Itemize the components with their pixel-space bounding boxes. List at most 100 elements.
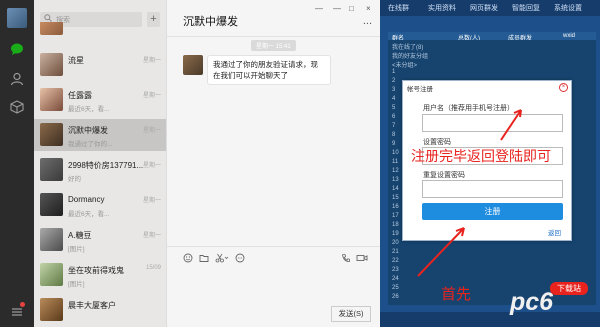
avatar <box>40 263 63 286</box>
minimize-button[interactable]: — <box>333 4 341 13</box>
contact-time: 星期一 <box>142 233 161 239</box>
folder-icon[interactable] <box>199 253 209 265</box>
back-link[interactable]: 返回 <box>548 227 561 237</box>
table-cell: 3 <box>392 87 396 93</box>
annotation-text: 注册完毕返回登陆即可 <box>411 150 551 165</box>
contact-time: 星期一 <box>142 198 161 204</box>
tab-web-broadcast[interactable]: 网页群发 <box>470 3 498 13</box>
close-button[interactable]: × <box>366 4 371 13</box>
table-cell: 9 <box>392 141 396 147</box>
my-avatar[interactable] <box>7 8 27 28</box>
contact-name: 晨丰大厦客户 <box>68 301 116 310</box>
avatar <box>40 228 63 251</box>
table-cell: 12 <box>392 168 399 174</box>
list-item[interactable] <box>34 22 166 44</box>
tab-materials[interactable]: 实用资料 <box>428 3 456 13</box>
divider <box>167 246 381 247</box>
notification-dot <box>20 302 25 307</box>
list-item[interactable]: 坐在攻前得戏鬼 [图片] 15/09 <box>34 259 166 291</box>
repeat-password-field[interactable] <box>422 180 563 198</box>
avatar <box>40 123 63 146</box>
message-timestamp: 星期一 15:41 <box>251 40 296 51</box>
sender-avatar[interactable] <box>183 55 203 75</box>
close-icon[interactable]: × <box>559 83 568 92</box>
list-item-selected[interactable]: 沉默中爆发 我通过了你的... 星期一 <box>34 119 166 151</box>
contact-name: 沉默中爆发 <box>68 126 108 135</box>
table-cell: 24 <box>392 276 399 282</box>
pc6-watermark: pc6 下载站 <box>510 282 592 316</box>
contact-time: 星期一 <box>142 128 161 134</box>
contact-message: [图片] <box>68 281 85 288</box>
contacts-icon[interactable] <box>10 72 24 86</box>
repeat-password-label: 重复设置密码 <box>423 172 465 179</box>
chat-title: 沉默中爆发 <box>183 16 238 28</box>
table-cell: 13 <box>392 177 399 183</box>
list-item[interactable]: A.糖豆 [图片] 星期一 <box>34 224 166 256</box>
helper-app-tabs: 在线群 实用资料 网页群发 智能回复 系统设置 <box>380 0 600 16</box>
pin-button[interactable]: — <box>315 4 323 13</box>
contact-message: 最近6天，看... <box>68 211 110 218</box>
table-cell: 15 <box>392 195 399 201</box>
list-item[interactable]: 任露露 最近6天，看... 星期一 <box>34 84 166 116</box>
avatar <box>40 193 63 216</box>
contact-name: 坐在攻前得戏鬼 <box>68 266 124 275</box>
sidebar-icon-bar <box>0 0 34 327</box>
list-item[interactable]: 流星 星期一 <box>34 49 166 81</box>
contact-message: 我通过了你的... <box>68 141 113 148</box>
avatar <box>40 158 63 181</box>
table-cell: 5 <box>392 105 396 111</box>
table-cell: 7 <box>392 123 396 129</box>
table-cell: 19 <box>392 231 399 237</box>
table-row[interactable]: 1 <box>388 69 596 78</box>
tab-settings[interactable]: 系统设置 <box>554 3 582 13</box>
table-cell: 21 <box>392 249 399 255</box>
contact-time: 星期一 <box>142 93 161 99</box>
send-button[interactable]: 发送(S) <box>331 306 371 322</box>
tab-online-groups[interactable]: 在线群 <box>388 3 409 13</box>
table-cell: 20 <box>392 240 399 246</box>
annotation-arrow <box>417 227 465 277</box>
maximize-button[interactable]: □ <box>349 4 354 13</box>
table-cell: 17 <box>392 213 399 219</box>
list-item[interactable]: Dormancy 最近6天，看... 星期一 <box>34 189 166 221</box>
dialog-title: 帐号注册 <box>407 86 433 93</box>
message-bubble: 我通过了你的朋友验证请求，现在我们可以开始聊天了 <box>207 55 331 85</box>
table-cell: 26 <box>392 294 399 300</box>
contact-name: 任露露 <box>68 91 92 100</box>
table-row[interactable]: <未分组> <box>388 60 596 69</box>
register-button[interactable]: 注册 <box>422 203 563 220</box>
contact-message: 好的 <box>68 176 81 183</box>
chat-icon[interactable] <box>10 42 24 56</box>
contact-name: Dormancy <box>68 195 105 204</box>
avatar <box>40 88 63 111</box>
table-cell: 16 <box>392 204 399 210</box>
table-cell: 10 <box>392 150 399 156</box>
scissors-icon[interactable] <box>215 253 229 265</box>
phone-icon[interactable] <box>341 253 351 265</box>
table-row[interactable]: 我的好友分组 <box>388 51 596 60</box>
table-cell: 8 <box>392 132 396 138</box>
contact-time: 15/09 <box>145 265 161 271</box>
more-options-icon[interactable]: ... <box>363 15 372 27</box>
avatar <box>40 53 63 76</box>
table-row[interactable]: 我在线了(8) <box>388 42 596 51</box>
list-item[interactable]: 2998特价房137791... 好的 星期一 <box>34 154 166 186</box>
video-call-icon[interactable] <box>356 253 368 265</box>
tab-auto-reply[interactable]: 智能回复 <box>512 3 540 13</box>
table-cell: 14 <box>392 186 399 192</box>
table-cell: 25 <box>392 285 399 291</box>
watermark-badge: 下载站 <box>550 282 588 295</box>
header-wxid: wxid <box>563 33 576 39</box>
watermark-logo: pc6 <box>510 288 554 316</box>
table-cell: 2 <box>392 78 396 84</box>
username-field[interactable] <box>422 114 563 132</box>
favorites-icon[interactable] <box>10 100 24 114</box>
contact-time: 星期一 <box>142 58 161 64</box>
list-item[interactable]: 晨丰大厦客户 <box>34 294 166 326</box>
chat-bubble-icon[interactable] <box>235 253 245 265</box>
table-cell: 6 <box>392 114 396 120</box>
emoji-icon[interactable] <box>183 253 193 265</box>
table-cell: 23 <box>392 267 399 273</box>
conversation-list: 搜索 + 流星 星期一 任露露 最近6天，看... 星期一 沉默中爆发 我通过了… <box>34 0 166 327</box>
menu-icon[interactable] <box>10 305 24 319</box>
